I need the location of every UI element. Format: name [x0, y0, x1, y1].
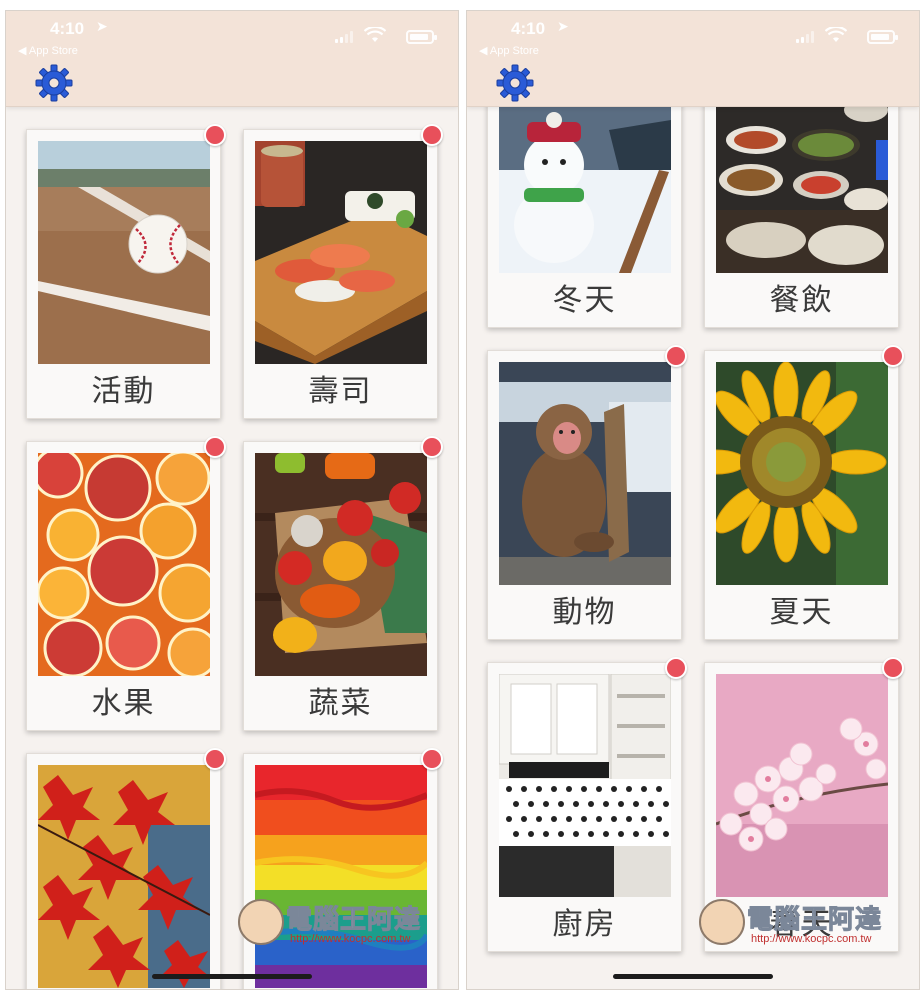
delete-badge-icon[interactable]: [204, 124, 226, 146]
home-indicator[interactable]: [152, 974, 312, 979]
category-card-vegetables[interactable]: 蔬菜: [243, 441, 438, 731]
right-phone-screen: 4:10 ➤ ◀ App Store 冬天 餐飲 動物 夏天 廚房 春天 電腦王…: [466, 10, 920, 990]
left-phone-screen: 4:10 ➤ ◀ App Store 活動 壽司 水果 蔬菜 電腦王阿達 htt…: [5, 10, 459, 990]
watermark-url: http://www.kocpc.com.tw: [751, 933, 872, 945]
watermark-mascot-icon: [699, 899, 745, 945]
watermark-url: http://www.kocpc.com.tw: [290, 933, 411, 945]
delete-badge-icon[interactable]: [882, 657, 904, 679]
category-label: 水果: [91, 686, 156, 721]
category-label: 動物: [552, 595, 617, 630]
status-time: 4:10: [511, 19, 546, 38]
delete-badge-icon[interactable]: [421, 436, 443, 458]
back-to-app-store-link[interactable]: ◀ App Store: [479, 44, 539, 57]
category-label: 活動: [91, 374, 156, 409]
category-label: 冬天: [552, 283, 617, 318]
delete-badge-icon[interactable]: [665, 345, 687, 367]
battery-icon: [867, 30, 898, 44]
delete-badge-icon[interactable]: [421, 124, 443, 146]
category-card-summer[interactable]: 夏天: [704, 350, 899, 640]
category-grid: 冬天 餐飲 動物 夏天 廚房 春天: [467, 107, 919, 989]
sushi-photo: [255, 141, 427, 364]
category-label: 餐飲: [769, 283, 834, 318]
rainbow-paint-photo: [255, 765, 427, 988]
delete-badge-icon[interactable]: [882, 345, 904, 367]
settings-gear-icon[interactable]: [495, 63, 535, 103]
cherry-blossom-photo: [716, 674, 888, 897]
baseball-photo: [38, 141, 210, 364]
maple-leaves-photo: [38, 765, 210, 988]
location-arrow-icon: ➤: [96, 19, 108, 35]
fruit-photo: [38, 453, 210, 676]
wifi-icon: [364, 27, 386, 42]
status-bar: 4:10 ➤ ◀ App Store: [6, 11, 458, 59]
header-bar: 4:10 ➤ ◀ App Store: [6, 11, 458, 107]
food-table-photo: [716, 107, 888, 273]
status-time: 4:10: [50, 19, 85, 38]
category-card-kitchen[interactable]: 廚房: [487, 662, 682, 952]
category-label: 夏天: [769, 595, 834, 630]
snowman-photo: [499, 107, 671, 273]
delete-badge-icon[interactable]: [204, 748, 226, 770]
delete-badge-icon[interactable]: [421, 748, 443, 770]
watermark-mascot-icon: [238, 899, 284, 945]
back-to-app-store-link[interactable]: ◀ App Store: [18, 44, 78, 57]
category-card-dining[interactable]: 餐飲: [704, 107, 899, 328]
battery-icon: [406, 30, 437, 44]
category-card-animals[interactable]: 動物: [487, 350, 682, 640]
delete-badge-icon[interactable]: [665, 657, 687, 679]
home-indicator[interactable]: [613, 974, 773, 979]
kitchen-photo: [499, 674, 671, 897]
status-bar: 4:10 ➤ ◀ App Store: [467, 11, 919, 59]
category-card-fruit[interactable]: 水果: [26, 441, 221, 731]
cellular-signal-icon: [335, 31, 355, 43]
category-card-sushi[interactable]: 壽司: [243, 129, 438, 419]
category-card-activity[interactable]: 活動: [26, 129, 221, 419]
watermark-title: 電腦王阿達: [746, 905, 883, 936]
watermark-title: 電腦王阿達: [285, 905, 422, 936]
location-arrow-icon: ➤: [557, 19, 569, 35]
vegetables-photo: [255, 453, 427, 676]
category-label: 廚房: [552, 907, 617, 942]
cellular-signal-icon: [796, 31, 816, 43]
wifi-icon: [825, 27, 847, 42]
sunflower-photo: [716, 362, 888, 585]
monkey-photo: [499, 362, 671, 585]
category-label: 蔬菜: [308, 686, 373, 721]
settings-gear-icon[interactable]: [34, 63, 74, 103]
header-bar: 4:10 ➤ ◀ App Store: [467, 11, 919, 107]
category-card-rainbow[interactable]: [243, 753, 438, 989]
category-label: 壽司: [308, 374, 373, 409]
category-card-maple[interactable]: [26, 753, 221, 989]
category-grid: 活動 壽司 水果 蔬菜: [6, 107, 458, 989]
category-card-winter[interactable]: 冬天: [487, 107, 682, 328]
delete-badge-icon[interactable]: [204, 436, 226, 458]
